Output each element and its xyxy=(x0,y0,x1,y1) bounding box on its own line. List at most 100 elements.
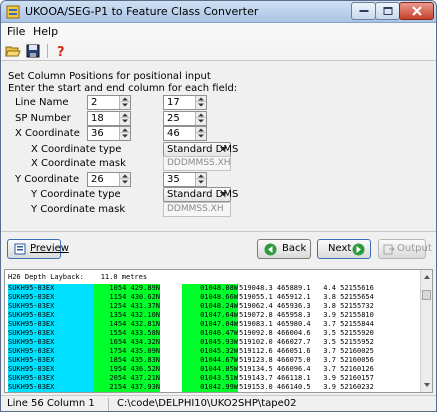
up-arrow-icon xyxy=(122,113,128,117)
spinner-value: 25 xyxy=(167,113,180,124)
app-icon xyxy=(6,5,20,19)
minimize-button[interactable] xyxy=(351,2,376,20)
line-name-cell: SUKH95-03EX xyxy=(8,356,94,365)
y-coordinate-mask-field[interactable]: DDMMSS.XH xyxy=(163,202,231,217)
spinner-value: 17 xyxy=(167,97,180,108)
remaining-columns-cell: 519153.0 466140.5 3.9 52160232 xyxy=(239,383,374,391)
remaining-columns-cell: 519143.7 466118.1 3.9 52160157 xyxy=(239,374,374,382)
preview-icon xyxy=(14,243,26,255)
line-name-cell: SUKH95-03EX xyxy=(8,311,94,320)
toolbar: ? xyxy=(1,41,436,61)
x-coordinate-cell: 01042.99W xyxy=(182,383,238,392)
remaining-columns-cell: 519123.8 466075.0 3.7 52160056 xyxy=(239,356,374,364)
up-arrow-icon xyxy=(198,174,204,178)
remaining-columns-cell: 519072.8 465958.3 3.9 52155810 xyxy=(239,311,374,319)
spinner-arrows[interactable] xyxy=(119,173,130,186)
cursor-position: Line 56 Column 1 xyxy=(3,398,109,411)
section-divider xyxy=(1,231,436,232)
down-arrow-icon xyxy=(122,119,128,123)
up-arrow-icon xyxy=(122,174,128,178)
y-coordinate-start-spinner[interactable]: 26 xyxy=(87,172,131,187)
spinner-arrows[interactable] xyxy=(195,112,206,125)
down-arrow-icon xyxy=(122,134,128,138)
floppy-disk-icon[interactable] xyxy=(25,43,41,59)
output-button[interactable]: Output xyxy=(378,239,432,259)
maximize-icon xyxy=(383,7,392,15)
sp-number-cell: 1054 429.89N xyxy=(94,284,160,293)
down-arrow-icon xyxy=(122,103,128,107)
x-coordinate-mask-field[interactable]: DDDMMSS.XH xyxy=(163,156,231,171)
x-coordinate-cell: 01048.08W xyxy=(182,284,238,293)
title-bar[interactable]: UKOOA/SEG-P1 to Feature Class Converter xyxy=(1,1,436,23)
remaining-columns-cell: 519048.3 465889.1 4.4 52155616 xyxy=(239,284,374,292)
spinner-arrows[interactable] xyxy=(119,112,130,125)
x-coordinate-cell: 01047.64W xyxy=(182,311,238,320)
output-row: SUKH95-03EX 2154 437.93N 01042.99W 519153.0… xyxy=(5,383,420,392)
form-instruction: Enter the start and end column for each … xyxy=(8,83,238,94)
sp-number-cell: 1354 432.10N xyxy=(94,311,160,320)
line-name-cell: SUKH95-03EX xyxy=(8,329,94,338)
spinner-value: 35 xyxy=(167,174,180,185)
line-name-cell: SUKH95-03EX xyxy=(8,392,94,393)
output-row: SUKH95-03EX 1854 435.83N 01044.67W 519123.8… xyxy=(5,356,420,365)
remaining-columns-cell: 519162.6 466164.0 4.1 52160315 xyxy=(239,392,419,393)
x-coordinate-start-spinner[interactable]: 36 xyxy=(87,126,131,141)
folder-open-icon[interactable] xyxy=(5,43,21,59)
line-name-end-spinner[interactable]: 17 xyxy=(163,95,207,110)
line-name-cell: SUKH95-03EX xyxy=(8,320,94,329)
output-row: SUKH95-03EX 1154 430.62N 01048.66W 519055.1… xyxy=(5,293,420,302)
output-row: SUKH95-03EX 1054 429.89N 01048.08W 519048.3… xyxy=(5,284,420,293)
sp-number-label: SP Number xyxy=(15,113,71,124)
y-coordinate-end-spinner[interactable]: 35 xyxy=(163,172,207,187)
close-button[interactable] xyxy=(399,2,434,20)
chevron-down-icon xyxy=(220,192,227,196)
spinner-arrows[interactable] xyxy=(119,96,130,109)
output-row: SUKH95-03EX 1554 433.58N 01046.47W 519092.8… xyxy=(5,329,420,338)
line-name-label: Line Name xyxy=(15,97,69,108)
spinner-arrows[interactable] xyxy=(119,127,130,140)
output-row: SUKH95-03EX2254 438.68N 01042.46W519162.6… xyxy=(5,392,420,393)
sp-number-start-spinner[interactable]: 18 xyxy=(87,111,131,126)
sp-number-cell: 2154 437.93N xyxy=(94,383,160,392)
preview-button[interactable]: Preview xyxy=(7,239,69,259)
x-coordinate-cell: 01045.32W xyxy=(182,347,238,356)
preview-output[interactable]: H26 Depth Layback: 11.0 metres SUKH95-03… xyxy=(4,269,433,393)
scroll-thumb[interactable] xyxy=(422,290,431,300)
up-arrow-icon xyxy=(198,113,204,117)
maximize-button[interactable] xyxy=(375,2,400,20)
x-coordinate-cell: 01044.67W xyxy=(182,356,238,365)
select-value: Standard DMS xyxy=(167,189,239,200)
spinner-arrows[interactable] xyxy=(195,127,206,140)
line-name-cell: SUKH95-03EX xyxy=(8,338,94,347)
y-coordinate-type-select[interactable]: Standard DMS xyxy=(163,187,238,202)
x-coordinate-label: X Coordinate xyxy=(15,128,80,139)
remaining-columns-cell: 519112.6 466051.6 3.7 52160025 xyxy=(239,347,374,355)
column-positions-form: Set Column Positions for positional inpu… xyxy=(1,62,436,264)
next-button[interactable]: Next xyxy=(317,239,371,259)
sp-number-cell: 1454 432.81N xyxy=(94,320,160,329)
spinner-arrows[interactable] xyxy=(195,96,206,109)
remaining-columns-cell: 519134.5 466096.4 3.7 52160126 xyxy=(239,365,374,373)
window-title: UKOOA/SEG-P1 to Feature Class Converter xyxy=(25,5,259,18)
line-name-start-spinner[interactable]: 2 xyxy=(87,95,131,110)
question-mark-icon[interactable]: ? xyxy=(53,43,69,59)
output-row: SUKH95-03EX 1654 434.32N 01045.93W 519102.0… xyxy=(5,338,420,347)
sp-number-cell: 1554 433.58N xyxy=(94,329,160,338)
x-coordinate-mask-label: X Coordinate mask xyxy=(31,158,126,169)
menu-help[interactable]: Help xyxy=(33,25,58,38)
x-coordinate-cell: 01042.46W xyxy=(182,392,238,393)
x-coordinate-cell: 01046.47W xyxy=(182,329,238,338)
vertical-scrollbar[interactable] xyxy=(420,270,432,392)
chevron-down-icon xyxy=(220,147,227,151)
x-coordinate-end-spinner[interactable]: 46 xyxy=(163,126,207,141)
spinner-value: 18 xyxy=(91,113,104,124)
output-row: SUKH95-03EX 2054 437.21N 01043.51W 519143.7… xyxy=(5,374,420,383)
next-label: Next xyxy=(328,243,352,254)
sp-number-cell: 1254 431.37N xyxy=(94,302,160,311)
menu-file[interactable]: File xyxy=(7,25,25,38)
back-button[interactable]: Back xyxy=(257,239,311,259)
spinner-arrows[interactable] xyxy=(195,173,206,186)
line-name-cell: SUKH95-03EX xyxy=(8,374,94,383)
sp-number-end-spinner[interactable]: 25 xyxy=(163,111,207,126)
x-coordinate-type-select[interactable]: Standard DMS xyxy=(163,142,238,157)
